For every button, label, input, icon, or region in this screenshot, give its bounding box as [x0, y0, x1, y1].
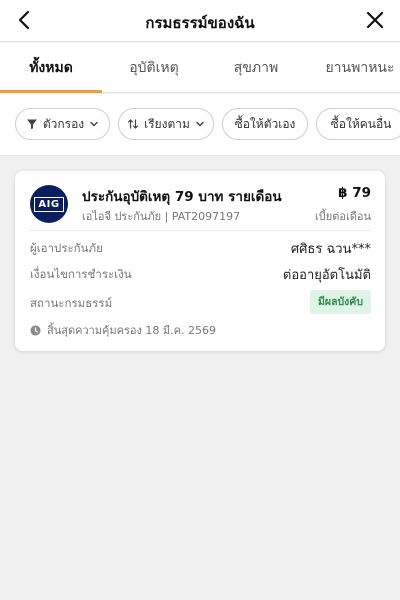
insurer-logo: AIG	[30, 185, 68, 223]
premium-amount: ฿ 79	[338, 185, 371, 201]
sort-button[interactable]: เรียงตาม	[118, 108, 214, 140]
filter-button[interactable]: ตัวกรอง	[15, 108, 110, 140]
bought-for-others-label: ซื้อให้คนอื่น	[330, 116, 392, 131]
chevron-down-icon	[90, 121, 98, 127]
insured-label: ผู้เอาประกันภัย	[30, 241, 103, 255]
bought-for-others-button[interactable]: ซื้อให้คนอื่น	[316, 108, 400, 140]
policy-status-label: สถานะกรมธรรม์	[30, 296, 113, 310]
clock-icon	[30, 324, 41, 336]
filter-label: ตัวกรอง	[42, 116, 85, 131]
tab-vehicle[interactable]: ยานพาหนะ	[310, 43, 400, 93]
coverage-expiry-text: สิ้นสุดความคุ้มครอง 18 มี.ค. 2569	[47, 324, 216, 337]
status-badge: มีผลบังคับ	[310, 290, 371, 314]
payment-terms-value: ต่ออายุอัตโนมัติ	[282, 268, 371, 283]
funnel-icon	[26, 119, 37, 129]
card-divider	[29, 230, 371, 231]
tab-accident[interactable]: อุบัติเหตุ	[103, 43, 205, 93]
top-bar: กรมธรรม์ของฉัน	[0, 0, 400, 42]
bought-for-self-label: ซื้อให้ตัวเอง	[234, 116, 296, 131]
tab-all[interactable]: ทั้งหมด	[0, 43, 102, 93]
filter-bar: ตัวกรอง เรียงตาม ซื้อให้ตัวเอง ซื้อให้คน…	[0, 94, 400, 156]
tab-health[interactable]: สุขภาพ	[205, 43, 307, 93]
sort-label: เรียงตาม	[144, 116, 190, 131]
coverage-expiry: สิ้นสุดความคุ้มครอง 18 มี.ค. 2569	[30, 321, 216, 339]
close-icon[interactable]	[364, 9, 386, 31]
insurer-and-policy-number: เอไอจี ประกันภัย | PAT2097197	[82, 210, 241, 223]
page-title: กรมธรรม์ของฉัน	[145, 14, 255, 32]
chevron-down-icon	[196, 121, 204, 127]
insured-value: ศศิธร ฉวน***	[290, 242, 371, 257]
active-tab-indicator	[0, 90, 102, 93]
bought-for-self-button[interactable]: ซื้อให้ตัวเอง	[222, 108, 308, 140]
sort-icon	[127, 119, 139, 129]
insurer-logo-text: AIG	[34, 196, 64, 212]
policy-name: ประกันอุบัติเหตุ 79 บาท รายเดือน	[82, 189, 282, 205]
policy-card[interactable]: AIG ประกันอุบัติเหตุ 79 บาท รายเดือน เอไ…	[15, 171, 385, 351]
payment-terms-label: เงื่อนไขการชำระเงิน	[30, 267, 132, 281]
category-tabs: ทั้งหมด อุบัติเหตุ สุขภาพ ยานพาหนะ	[0, 43, 400, 93]
premium-period: เบี้ยต่อเดือน	[315, 210, 371, 223]
